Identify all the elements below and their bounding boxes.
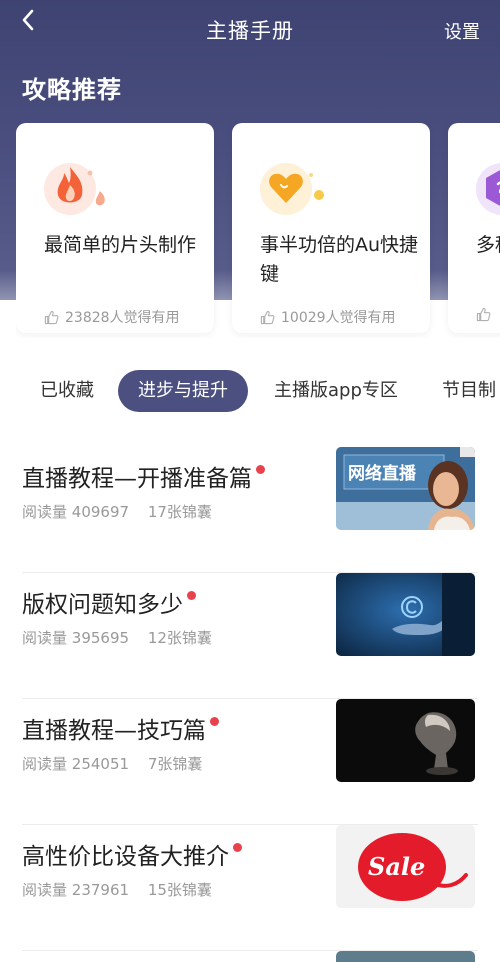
new-dot <box>233 843 242 852</box>
settings-button[interactable]: 设置 <box>444 18 480 44</box>
guide-card-likes <box>476 307 497 322</box>
tab-progress[interactable]: 进步与提升 <box>118 370 248 412</box>
guide-card-likes: 23828人觉得有用 <box>44 307 180 327</box>
card-count: 7张锦囊 <box>147 755 203 773</box>
article-item[interactable]: 直播教程—技巧篇 阅读量 254051 7张锦囊 <box>22 699 478 825</box>
article-meta: 阅读量 254051 7张锦囊 <box>22 753 202 774</box>
guide-card-likes: 10029人觉得有用 <box>260 307 396 327</box>
views-label: 阅读量 <box>22 629 68 647</box>
article-item[interactable]: 版权问题知多少 阅读量 395695 12张锦囊 <box>22 573 478 699</box>
views-label: 阅读量 <box>22 755 68 773</box>
views-label: 阅读量 <box>22 503 68 521</box>
section-title: 攻略推荐 <box>22 76 122 104</box>
flame-icon <box>44 163 105 215</box>
guide-card[interactable]: 最简单的片头制作 23828人觉得有用 <box>16 123 214 333</box>
tab-favorites[interactable]: 已收藏 <box>40 370 94 412</box>
article-title: 版权问题知多少 <box>22 585 196 619</box>
views-count: 237961 <box>71 881 130 899</box>
article-thumbnail: Sale <box>336 825 475 908</box>
new-dot <box>256 465 265 474</box>
guide-card-title: 多种来下 <box>476 234 500 256</box>
views-count: 395695 <box>71 629 130 647</box>
article-thumbnail <box>336 699 475 782</box>
top-bar: 主播手册 设置 <box>0 0 500 60</box>
article-item[interactable]: 直播教程—开播准备篇 阅读量 409697 17张锦囊 网络直播 <box>22 447 478 573</box>
views-count: 409697 <box>71 503 130 521</box>
guide-card-title: 事半功倍的Au快捷键 <box>260 234 419 285</box>
article-thumbnail <box>336 573 475 656</box>
tab-program[interactable]: 节目制 <box>442 370 496 412</box>
thumbs-up-icon <box>476 307 491 322</box>
category-tabs: 已收藏 进步与提升 主播版app专区 节目制 <box>0 370 500 414</box>
new-dot <box>187 591 196 600</box>
guide-card[interactable]: 多种来下 <box>448 123 500 333</box>
article-meta: 阅读量 237961 15张锦囊 <box>22 879 212 900</box>
guide-cards-carousel[interactable]: 最简单的片头制作 23828人觉得有用 事半功倍的Au快捷键 10029人觉得有… <box>16 123 500 338</box>
article-title: 直播教程—技巧篇 <box>22 711 219 745</box>
article-title: 直播教程—开播准备篇 <box>22 459 265 493</box>
article-thumbnail-partial <box>336 951 475 962</box>
views-count: 254051 <box>71 755 130 773</box>
article-title-text: 版权问题知多少 <box>22 592 183 618</box>
article-title-text: 直播教程—开播准备篇 <box>22 466 252 492</box>
guide-card-likes-text: 10029人觉得有用 <box>281 310 396 326</box>
heart-icon <box>260 163 324 215</box>
views-label: 阅读量 <box>22 881 68 899</box>
guide-card-likes-text: 23828人觉得有用 <box>65 310 180 326</box>
article-title: 高性价比设备大推介 <box>22 837 242 871</box>
article-meta: 阅读量 409697 17张锦囊 <box>22 501 212 522</box>
tab-anchor-app[interactable]: 主播版app专区 <box>274 370 398 412</box>
article-item[interactable]: 高性价比设备大推介 阅读量 237961 15张锦囊 Sale <box>22 825 478 951</box>
article-meta: 阅读量 395695 12张锦囊 <box>22 627 212 648</box>
article-title-text: 直播教程—技巧篇 <box>22 718 206 744</box>
article-title-text: 高性价比设备大推介 <box>22 844 229 870</box>
guide-card-title: 最简单的片头制作 <box>44 234 197 256</box>
article-thumbnail: 网络直播 <box>336 447 475 530</box>
hexagon-icon <box>476 163 500 215</box>
new-dot <box>210 717 219 726</box>
thumbnail-text: 网络直播 <box>348 463 417 484</box>
page-title: 主播手册 <box>206 19 294 43</box>
sale-text: Sale <box>368 852 425 881</box>
thumbs-up-icon <box>44 310 59 324</box>
thumbs-up-icon <box>260 310 275 324</box>
guide-card[interactable]: 事半功倍的Au快捷键 10029人觉得有用 <box>232 123 430 333</box>
card-count: 12张锦囊 <box>147 629 212 647</box>
card-count: 15张锦囊 <box>147 881 212 899</box>
card-count: 17张锦囊 <box>147 503 212 521</box>
